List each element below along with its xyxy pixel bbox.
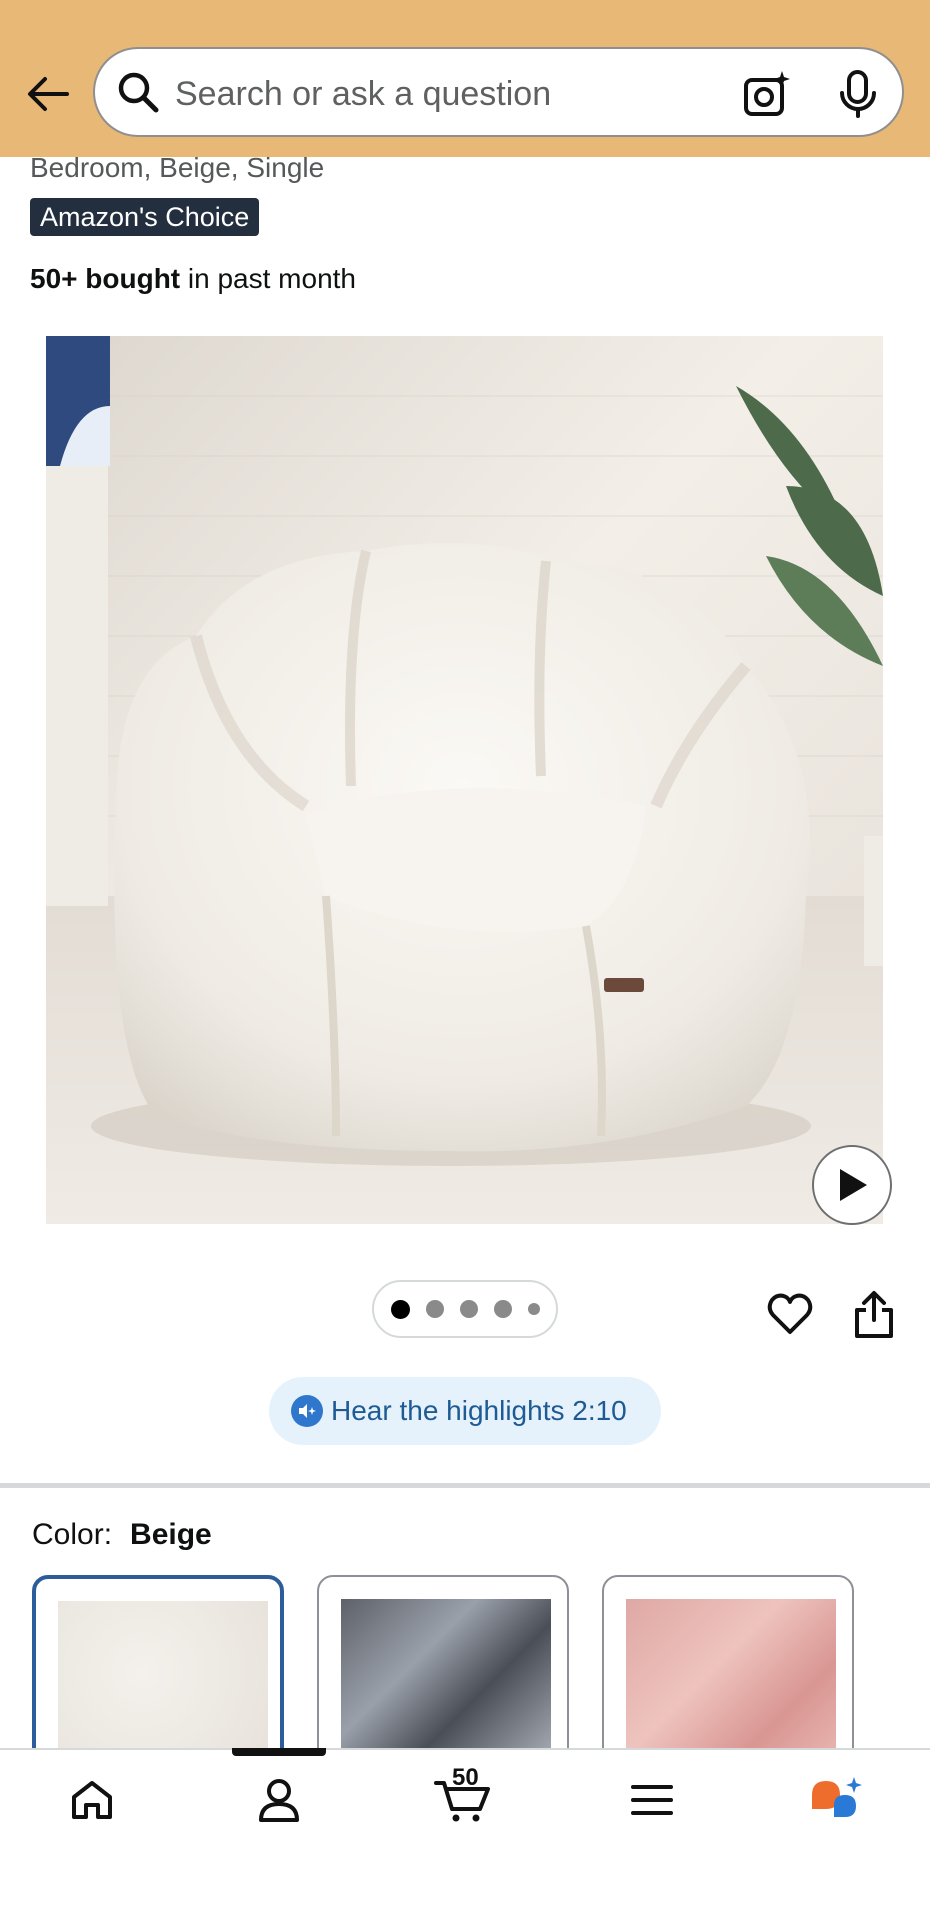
nav-rufus[interactable] <box>806 1772 866 1828</box>
image-carousel-indicator[interactable] <box>372 1280 558 1338</box>
search-input[interactable]: Search or ask a question <box>175 75 551 114</box>
product-image[interactable] <box>46 336 883 1224</box>
color-swatch-beige[interactable] <box>32 1575 284 1775</box>
search-icon <box>118 72 159 113</box>
amazons-choice-badge[interactable]: Amazon's Choice <box>30 198 260 236</box>
carousel-dot[interactable] <box>390 1299 410 1319</box>
bought-count-rest: in past month <box>180 263 356 294</box>
nav-account[interactable] <box>249 1772 309 1828</box>
active-tab-indicator <box>232 1748 326 1756</box>
color-label: Color: <box>32 1518 113 1551</box>
color-swatch-grey[interactable] <box>317 1575 569 1775</box>
camera-search-icon[interactable] <box>741 69 791 119</box>
back-arrow-icon <box>28 77 69 111</box>
audio-sparkle-icon <box>291 1395 323 1427</box>
bean-bag-chair-photo <box>46 336 883 1224</box>
product-variant-subtitle: Bedroom, Beige, Single <box>30 152 325 183</box>
nav-menu[interactable] <box>622 1772 682 1828</box>
microphone-icon[interactable] <box>835 69 881 119</box>
hear-highlights-label: Hear the highlights 2:10 <box>331 1395 627 1426</box>
wishlist-heart-icon[interactable] <box>766 1290 814 1338</box>
back-button[interactable] <box>22 68 74 120</box>
carousel-dot[interactable] <box>493 1300 512 1318</box>
color-selector-header: Color: Beige <box>32 1518 212 1552</box>
play-video-button[interactable] <box>812 1145 892 1225</box>
cart-icon <box>434 1781 490 1822</box>
color-swatch-pink[interactable] <box>602 1575 854 1775</box>
color-selected-value: Beige <box>130 1518 212 1551</box>
bought-count: 50+ bought in past month <box>30 263 356 295</box>
play-icon <box>840 1169 867 1201</box>
share-icon[interactable] <box>852 1290 896 1340</box>
rufus-icon <box>812 1777 862 1817</box>
menu-icon <box>631 1785 673 1815</box>
account-icon <box>259 1779 299 1822</box>
carousel-dot[interactable] <box>527 1303 540 1315</box>
nav-cart[interactable] <box>434 1772 494 1828</box>
carousel-dot[interactable] <box>459 1300 478 1318</box>
home-icon <box>72 1781 112 1819</box>
carousel-dot[interactable] <box>425 1300 444 1318</box>
nav-home[interactable] <box>62 1772 122 1828</box>
bought-count-strong: 50+ bought <box>30 263 181 294</box>
hear-highlights-button[interactable]: Hear the highlights 2:10 <box>269 1377 661 1445</box>
search-bar[interactable]: Search or ask a question <box>93 47 904 137</box>
section-divider <box>0 1483 930 1488</box>
